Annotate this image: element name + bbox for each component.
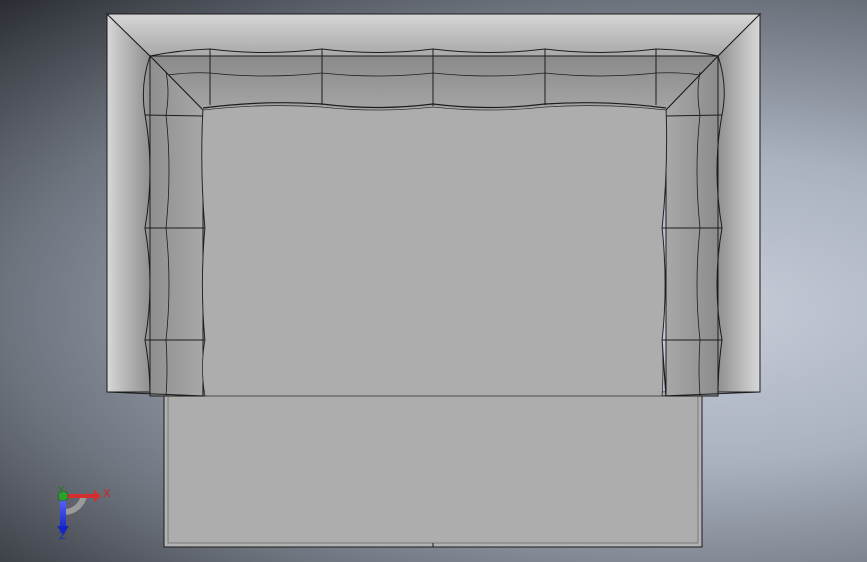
footrest-top <box>167 391 699 544</box>
seat[interactable] <box>201 105 667 397</box>
left-cushions[interactable] <box>142 54 206 397</box>
back-cushions[interactable] <box>148 48 720 111</box>
sofa-model[interactable] <box>0 0 867 562</box>
axis-y-label: Y <box>58 485 65 496</box>
right-cushions[interactable] <box>661 54 725 397</box>
z-axis-arrow <box>60 500 66 530</box>
reference-triad <box>57 490 101 535</box>
axis-z-label: Z <box>59 531 66 542</box>
x-axis-head <box>94 490 101 502</box>
left-arm[interactable] <box>106 12 151 393</box>
graphics-viewport[interactable]: X Y Z <box>0 0 867 562</box>
axis-x-label: X <box>103 487 111 500</box>
x-axis-arrow <box>64 494 94 498</box>
right-arm[interactable] <box>717 12 761 393</box>
